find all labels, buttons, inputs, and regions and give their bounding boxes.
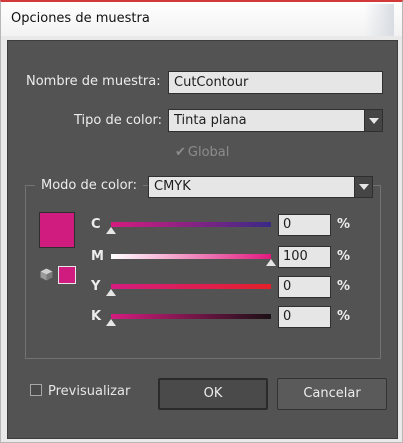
chevron-down-icon[interactable] <box>354 177 372 197</box>
channel-value-input[interactable]: 100 <box>278 246 331 268</box>
color-mode-select[interactable]: CMYK <box>148 176 373 198</box>
channel-value-input[interactable]: 0 <box>278 276 331 298</box>
global-checkbox[interactable]: ✔ Global <box>175 145 229 160</box>
channel-label: M <box>91 249 104 264</box>
channel-slider-track[interactable] <box>111 254 271 259</box>
color-mode-label: Modo de color: <box>35 178 144 193</box>
color-type-value: Tinta plana <box>174 113 247 128</box>
swatch-name-input[interactable]: CutContour <box>168 71 383 94</box>
percent-unit: % <box>337 249 351 264</box>
title-bar[interactable]: Opciones de muestra <box>1 2 402 36</box>
channel-value-input[interactable]: 0 <box>278 306 331 328</box>
color-type-label: Tipo de color: <box>74 113 163 128</box>
slider-thumb[interactable] <box>266 259 276 266</box>
channel-label: Y <box>91 279 101 294</box>
channel-row-m: M 100 % <box>8 246 399 270</box>
channel-label: K <box>91 309 102 324</box>
percent-unit: % <box>337 217 351 232</box>
channel-row-c: C 0 % <box>8 214 399 238</box>
percent-unit: % <box>337 309 351 324</box>
channel-slider-track[interactable] <box>111 284 271 289</box>
chevron-down-icon[interactable] <box>364 110 382 131</box>
cancel-button[interactable]: Cancelar <box>277 378 387 410</box>
swatch-name-label: Nombre de muestra: <box>26 74 161 89</box>
channel-row-k: K 0 % <box>8 306 399 330</box>
slider-thumb[interactable] <box>106 227 116 234</box>
color-type-select[interactable]: Tinta plana <box>168 109 383 132</box>
window-title: Opciones de muestra <box>11 11 150 26</box>
channel-label: C <box>91 217 101 232</box>
swatch-options-dialog: Opciones de muestra Nombre de muestra: C… <box>0 0 403 443</box>
checkbox-box[interactable] <box>30 384 42 396</box>
window-edge-shading <box>364 4 394 36</box>
channel-slider-track[interactable] <box>111 222 271 227</box>
dialog-panel: Nombre de muestra: CutContour Tipo de co… <box>7 40 398 439</box>
color-mode-group <box>25 185 381 359</box>
slider-thumb[interactable] <box>106 289 116 296</box>
color-mode-value: CMYK <box>154 179 191 194</box>
channel-slider-track[interactable] <box>111 314 271 319</box>
slider-thumb[interactable] <box>106 319 116 326</box>
percent-unit: % <box>337 279 351 294</box>
global-label: Global <box>187 145 230 160</box>
preview-checkbox[interactable]: Previsualizar <box>30 384 130 399</box>
ok-button[interactable]: OK <box>158 378 268 410</box>
channel-row-y: Y 0 % <box>8 276 399 300</box>
preview-label: Previsualizar <box>48 384 131 399</box>
channel-value-input[interactable]: 0 <box>278 214 331 236</box>
checkmark-icon: ✔ <box>175 145 186 160</box>
